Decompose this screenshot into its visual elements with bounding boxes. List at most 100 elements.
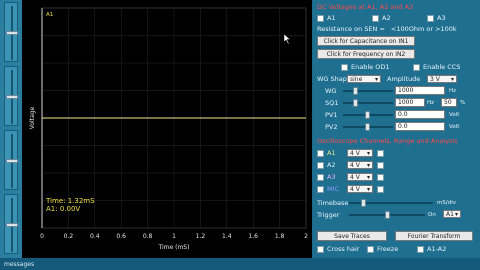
channel-a2-analysis-checkbox[interactable] [377,161,384,169]
trigger-channel-value: A1 [446,210,454,218]
crosshair-checkbox[interactable] [317,245,324,253]
channel-a3-range-select[interactable]: 4 V ▾ [347,173,373,181]
frequency-button[interactable]: Click for Frequency on IN2 [317,49,415,59]
vertical-slider-2[interactable] [4,66,18,126]
vertical-slider-3[interactable] [4,130,18,190]
oscilloscope-plot[interactable]: 0 0.2 0.4 0.6 0.8 1 1.2 1.4 1.6 1.8 2 Voltage Time… [22,0,312,258]
dc-a3-label: A3 [437,14,446,22]
x-tick-label: 1.6 [248,233,258,240]
sq1-duty-input[interactable]: 50 [441,98,457,107]
enable-ccs-checkbox[interactable] [413,63,420,71]
x-tick-label: 0.4 [90,233,100,240]
x-tick-label: 1.4 [222,233,232,240]
resistance-value: <100Ohm or >100k [390,25,457,33]
plot-canvas[interactable]: 0 0.2 0.4 0.6 0.8 1 1.2 1.4 1.6 1.8 2 Voltage Time… [22,0,312,258]
channel-a1-range: 4 V [350,149,360,157]
sq1-label-row: SQ1 [317,98,338,108]
channel-a3-checkbox[interactable] [317,173,324,181]
enable-od1-label: Enable OD1 [351,63,390,71]
amplitude-label: Amplitude [387,75,421,83]
a1-a2-label: A1-A2 [427,245,447,253]
pv1-unit: Volt [449,112,460,118]
x-tick-label: 1.8 [275,233,285,240]
chevron-down-icon: ▾ [366,149,370,157]
channel-a1-analysis-checkbox[interactable] [377,149,384,157]
enable-row: Enable OD1 Enable CCS [317,62,477,72]
channel-a1-range-select[interactable]: 4 V ▾ [347,149,373,157]
enable-od1-checkbox[interactable] [341,63,348,71]
wg-label: WG [325,87,337,95]
pv2-label: PV2 [325,123,338,131]
sq1-slider[interactable] [343,99,393,107]
trigger-on-label: On [428,212,436,218]
timebase-label-row: Timebase [317,198,348,208]
wg-shape-select[interactable]: sine ▾ [347,75,381,83]
dc-a3-checkbox[interactable] [427,14,434,22]
chevron-down-icon: ▾ [454,210,458,218]
timebase-slider[interactable] [349,199,433,207]
chevron-down-icon: ▾ [366,161,370,169]
sq1-duty-unit: % [460,100,466,106]
channel-a1-checkbox[interactable] [317,149,324,157]
amplitude-select[interactable]: 3 V ▾ [427,75,457,83]
voltage-readout: A1: 0.00V [46,205,80,213]
channel-a3-label: A3 [327,173,336,181]
trigger-label: Trigger [317,211,340,219]
wg-shape-label: WG Shape [317,75,351,83]
channel-a2-range: 4 V [350,161,360,169]
channel-a3-analysis-checkbox[interactable] [377,173,384,181]
trigger-slider[interactable] [349,211,425,219]
capacitance-button[interactable]: Click for Capacitance on IN1 [317,36,415,46]
pv1-slider[interactable] [343,111,393,119]
x-tick-label: 2 [304,233,308,240]
dc-a1-label: A1 [327,14,336,22]
sq1-frequency-input[interactable]: 1000 [395,98,425,107]
channel-row-mic: MIC 4 V ▾ [317,184,387,194]
wg-slider[interactable] [343,87,393,95]
channel-a2-checkbox[interactable] [317,161,324,169]
pv2-unit: Volt [449,124,460,130]
time-readout: Time: 1.32mS [45,197,95,205]
wg-frequency-input[interactable]: 1000 [395,86,445,95]
dc-a2-label: A2 [382,14,391,22]
channel-row-a3: A3 4 V ▾ [317,172,387,182]
status-bar: messages [0,258,480,270]
pv1-input[interactable]: 0.0 [395,110,445,119]
x-tick-label: 0 [40,233,44,240]
channel-mic-checkbox[interactable] [317,185,324,193]
channel-mic-label: MIC [327,185,340,193]
vertical-slider-1[interactable] [4,2,18,62]
a1-a2-checkbox[interactable] [417,245,424,253]
amplitude-value: 3 V [430,75,440,83]
status-text: messages [4,260,35,268]
x-tick-label: 0.6 [116,233,126,240]
options-row: Cross hair Freeze A1-A2 [317,244,479,254]
dc-voltages-header: DC Voltages at A1, A2 and A3 [317,3,414,11]
x-tick-label: 1.2 [196,233,206,240]
x-tick-label: 0.2 [64,233,74,240]
dc-a1-checkbox[interactable] [317,14,324,22]
wg-shape-row: WG Shape sine ▾ Amplitude 3 V ▾ [317,74,479,84]
fourier-transform-button[interactable]: Fourier Transform [395,231,473,241]
sq1-label: SQ1 [325,99,339,107]
timebase-unit: mS/div [437,200,456,206]
save-traces-button[interactable]: Save Traces [317,231,387,241]
pv1-label-row: PV1 [317,110,338,120]
channel-mic-analysis-checkbox[interactable] [377,185,384,193]
dc-a2-checkbox[interactable] [372,14,379,22]
channel-a2-range-select[interactable]: 4 V ▾ [347,161,373,169]
chevron-down-icon: ▾ [374,75,378,83]
channel-a3-range: 4 V [350,173,360,181]
channel-row-a2: A2 4 V ▾ [317,160,387,170]
trigger-channel-select[interactable]: A1 ▾ [443,210,461,218]
vertical-slider-4[interactable] [4,194,18,254]
pv2-slider[interactable] [343,123,393,131]
pv2-input[interactable]: 0.0 [395,122,445,131]
timebase-label: Timebase [317,199,349,207]
x-tick-label: 0.8 [143,233,153,240]
pv2-label-row: PV2 [317,122,338,132]
channel-mic-range-select[interactable]: 4 V ▾ [347,185,373,193]
freeze-checkbox[interactable] [367,245,374,253]
wg-unit: Hz [449,88,457,94]
trigger-label-row: Trigger [317,210,339,220]
